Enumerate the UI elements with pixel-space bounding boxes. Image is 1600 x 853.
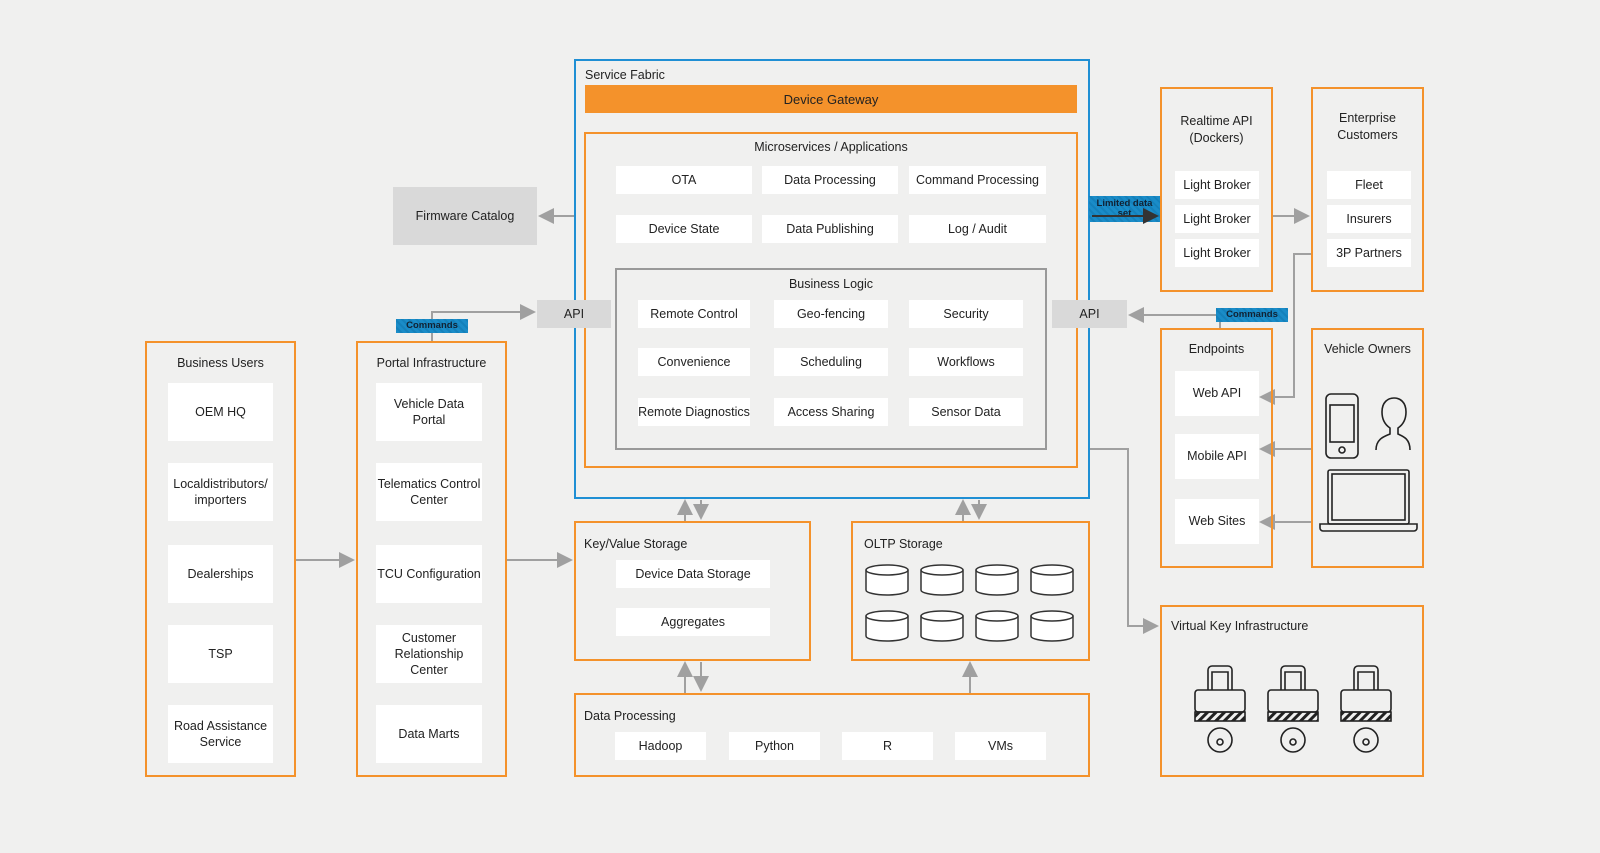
architecture-diagram: Service Fabric Device Gateway Microservi… (0, 0, 1600, 853)
virtual-key-icons (1194, 665, 1392, 753)
padlock-key-icon (1267, 665, 1319, 753)
padlock-key-icon (1340, 665, 1392, 753)
padlock-key-icon (1194, 665, 1246, 753)
